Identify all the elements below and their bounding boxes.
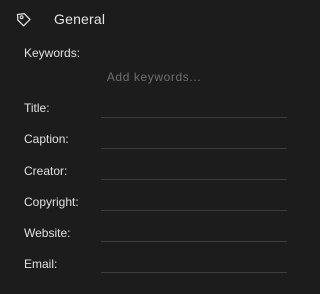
caption-input[interactable] [101, 128, 287, 149]
tag-icon [13, 10, 33, 30]
email-label: Email: [24, 257, 58, 271]
website-input[interactable] [101, 221, 287, 242]
title-label: Title: [24, 101, 50, 115]
copyright-input[interactable] [101, 190, 287, 211]
copyright-label: Copyright: [24, 195, 79, 209]
keywords-label: Keywords: [24, 46, 81, 60]
section-title: General [54, 11, 106, 27]
keywords-input[interactable] [24, 64, 284, 90]
website-label: Website: [24, 226, 71, 240]
section-header[interactable]: General [0, 0, 300, 40]
general-metadata-panel: General Keywords: Title: Caption: Creato… [0, 0, 300, 294]
caption-label: Caption: [24, 132, 69, 146]
creator-label: Creator: [24, 164, 68, 178]
creator-input[interactable] [101, 159, 287, 180]
title-input[interactable] [101, 97, 287, 118]
email-input[interactable] [101, 252, 287, 273]
